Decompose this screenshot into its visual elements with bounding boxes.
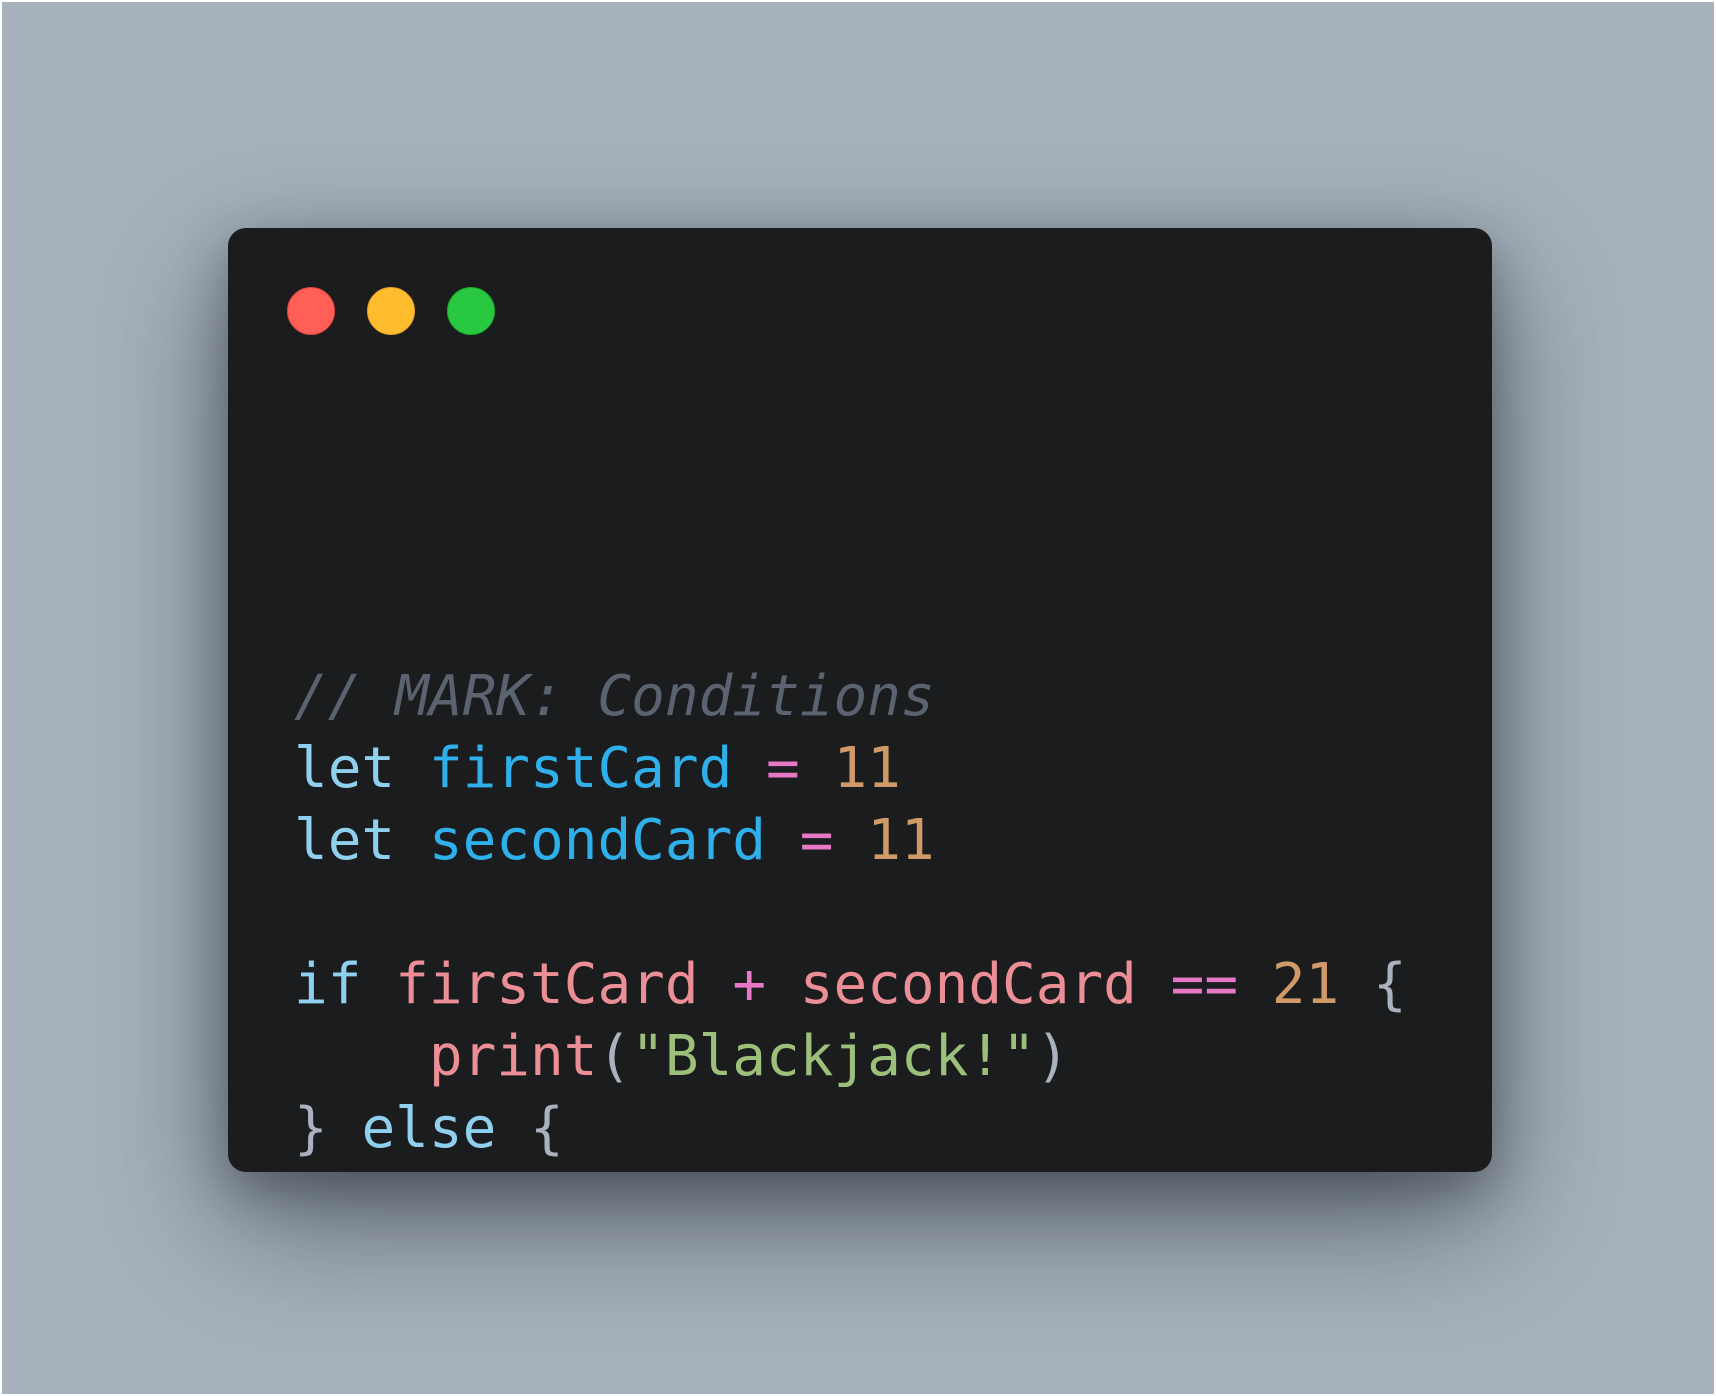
code-token-str: "Regular cards" bbox=[631, 1168, 1137, 1172]
code-token-punct: { bbox=[530, 1096, 564, 1161]
code-token-punct: ( bbox=[597, 1168, 631, 1172]
close-button[interactable] bbox=[287, 287, 335, 335]
minimize-button[interactable] bbox=[367, 287, 415, 335]
code-token-punct: ) bbox=[1137, 1168, 1171, 1172]
code-token-keyword: let bbox=[294, 808, 396, 873]
code-token-keyword: let bbox=[294, 736, 396, 801]
code-token-str: "Blackjack!" bbox=[631, 1024, 1036, 1089]
code-token-ident: print bbox=[429, 1168, 598, 1172]
code-token-num: 11 bbox=[867, 808, 935, 873]
code-line: print("Blackjack!") bbox=[294, 1021, 1407, 1093]
code-line: print("Regular cards") bbox=[294, 1165, 1407, 1172]
code-token-keyword: else bbox=[361, 1096, 497, 1161]
code-token-op: = bbox=[766, 736, 800, 801]
code-token-decl: secondCard bbox=[428, 808, 767, 873]
code-block: // MARK: Conditions let firstCard = 11 let… bbox=[294, 661, 1407, 1172]
code-token-ident: firstCard bbox=[395, 952, 699, 1017]
code-token-punct: } bbox=[294, 1096, 328, 1161]
code-line: let secondCard = 11 bbox=[294, 805, 1407, 877]
code-window: // MARK: Conditions let firstCard = 11 let… bbox=[228, 228, 1492, 1172]
code-token-ident: print bbox=[428, 1024, 598, 1089]
code-line: let firstCard = 11 bbox=[294, 733, 1407, 805]
code-token-comment: // MARK: Conditions bbox=[294, 664, 935, 729]
code-token-punct: ) bbox=[1035, 1024, 1070, 1089]
code-token-op: = bbox=[799, 808, 834, 873]
zoom-button[interactable] bbox=[447, 287, 495, 335]
code-token-ident: secondCard bbox=[799, 952, 1137, 1017]
code-token-keyword: if bbox=[294, 952, 362, 1017]
code-token-punct: { bbox=[1372, 952, 1407, 1017]
code-line: if firstCard + secondCard == 21 { bbox=[294, 949, 1407, 1021]
code-token-num: 11 bbox=[833, 736, 901, 801]
code-line: // MARK: Conditions bbox=[294, 661, 1407, 733]
code-line: } else { bbox=[294, 1093, 1407, 1165]
backdrop: // MARK: Conditions let firstCard = 11 let… bbox=[2, 2, 1714, 1394]
code-token-punct: ( bbox=[597, 1024, 632, 1089]
code-token-num: 21 bbox=[1271, 952, 1340, 1017]
code-token-op: + bbox=[732, 952, 767, 1017]
code-token-op: == bbox=[1170, 952, 1239, 1017]
code-token-decl: firstCard bbox=[428, 736, 733, 801]
